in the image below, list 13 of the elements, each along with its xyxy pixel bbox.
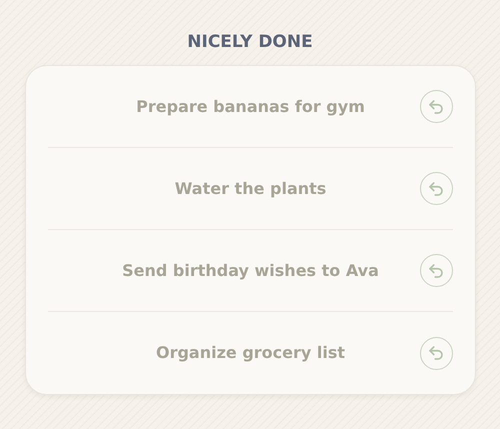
undo-button[interactable] — [420, 254, 452, 287]
section-title: NICELY DONE — [187, 31, 313, 53]
undo-icon — [427, 180, 445, 198]
undo-icon — [427, 262, 445, 280]
undo-icon — [427, 344, 445, 362]
task-label: Organize grocery list — [154, 342, 346, 364]
task-label: Prepare bananas for gym — [135, 96, 366, 118]
task-label: Send birthday wishes to Ava — [121, 260, 380, 282]
undo-icon — [427, 98, 445, 116]
undo-button[interactable] — [420, 90, 452, 123]
undo-button[interactable] — [420, 172, 452, 205]
undo-button[interactable] — [420, 336, 452, 370]
task-label: Water the plants — [174, 178, 328, 200]
